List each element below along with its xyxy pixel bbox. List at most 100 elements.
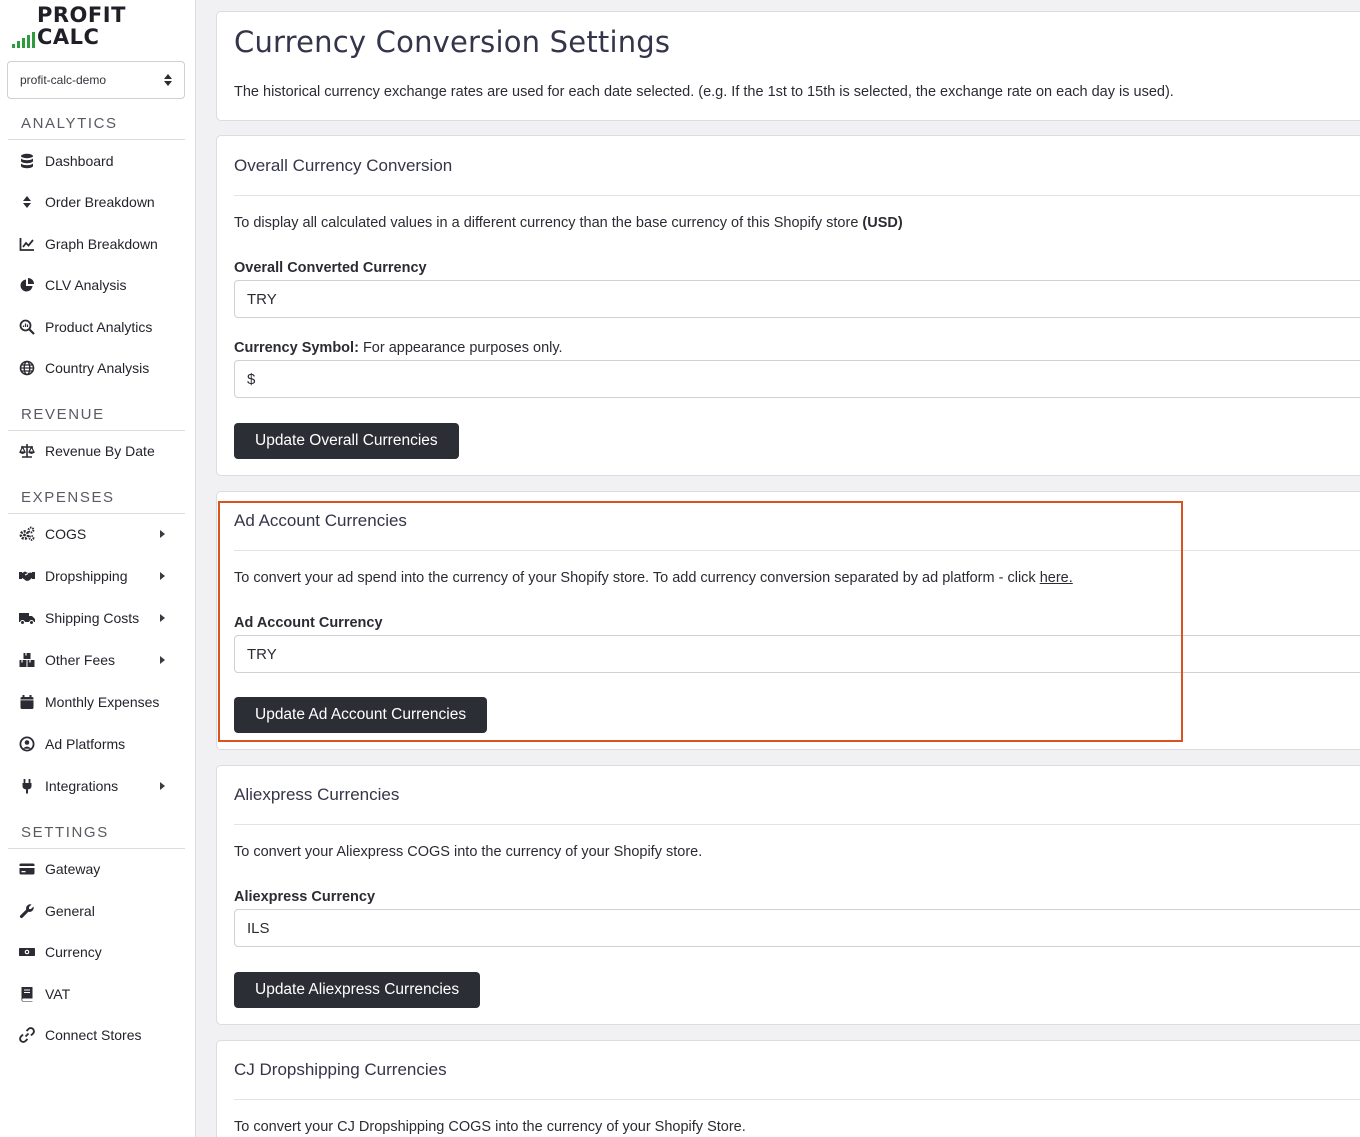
sidebar-item-ad-platforms[interactable]: Ad Platforms — [8, 727, 185, 761]
header-card: Currency Conversion Settings The histori… — [216, 11, 1360, 121]
overall-currency-description: To display all calculated values in a di… — [234, 215, 903, 231]
user-circle-icon — [18, 736, 35, 753]
handshake-icon — [18, 568, 35, 585]
sidebar-item-integrations[interactable]: Integrations — [8, 769, 185, 803]
sidebar-item-cogs[interactable]: COGS — [8, 517, 185, 551]
store-select-value: profit-calc-demo — [20, 73, 107, 87]
section-divider — [8, 430, 185, 431]
sidebar-item-label: Order Breakdown — [45, 194, 155, 210]
sidebar-item-label: General — [45, 903, 95, 919]
ad-account-currency-description: To convert your ad spend into the curren… — [234, 570, 1073, 586]
sidebar-item-gateway[interactable]: Gateway — [8, 852, 185, 886]
magnify-chart-icon — [18, 319, 35, 336]
sidebar-item-label: Revenue By Date — [45, 443, 155, 459]
plug-icon — [18, 778, 35, 795]
sidebar-item-revenue-by-date[interactable]: Revenue By Date — [8, 434, 185, 468]
cogs-icon — [18, 526, 35, 543]
aliexpress-currency-card: Aliexpress Currencies To convert your Al… — [216, 765, 1360, 1025]
globe-icon — [18, 360, 35, 377]
sidebar-item-label: Dashboard — [45, 153, 114, 169]
update-ad-account-currencies-button[interactable]: Update Ad Account Currencies — [234, 697, 488, 733]
sidebar-item-product-analytics[interactable]: Product Analytics — [8, 310, 185, 344]
ad-account-currency-title: Ad Account Currencies — [234, 511, 407, 530]
sidebar-item-order-breakdown[interactable]: Order Breakdown — [8, 185, 185, 219]
sidebar-item-graph-breakdown[interactable]: Graph Breakdown — [8, 227, 185, 261]
page-description: The historical currency exchange rates a… — [234, 84, 1174, 100]
sidebar-item-dropshipping[interactable]: Dropshipping — [8, 559, 185, 593]
currency-symbol-label: Currency Symbol: For appearance purposes… — [234, 340, 563, 356]
base-currency: (USD) — [862, 215, 903, 231]
sidebar-item-label: VAT — [45, 986, 71, 1002]
sidebar-item-connect-stores[interactable]: Connect Stores — [8, 1018, 185, 1052]
section-title-settings: SETTINGS — [21, 824, 109, 841]
card-divider — [234, 1099, 1360, 1100]
ad-account-currency-label: Ad Account Currency — [234, 615, 383, 631]
sidebar-item-label: Monthly Expenses — [45, 694, 160, 710]
card-divider — [234, 195, 1360, 196]
sidebar-item-shipping-costs[interactable]: Shipping Costs — [8, 601, 185, 635]
section-divider — [8, 139, 185, 140]
section-title-analytics: ANALYTICS — [21, 115, 118, 132]
sidebar-item-label: CLV Analysis — [45, 277, 127, 293]
ad-platform-currency-link[interactable]: here. — [1040, 570, 1073, 586]
scale-icon — [18, 443, 35, 460]
sidebar-item-label: Currency — [45, 944, 102, 960]
chevron-right-icon — [160, 782, 165, 790]
store-select[interactable]: profit-calc-demo — [7, 61, 185, 99]
sidebar-item-dashboard[interactable]: Dashboard — [8, 144, 185, 178]
sidebar-item-label: Connect Stores — [45, 1027, 142, 1043]
sidebar-item-monthly-expenses[interactable]: Monthly Expenses — [8, 685, 185, 719]
sidebar-item-currency[interactable]: Currency — [8, 935, 185, 969]
aliexpress-currency-label: Aliexpress Currency — [234, 889, 376, 905]
sidebar-item-label: Shipping Costs — [45, 610, 140, 626]
section-title-revenue: REVENUE — [21, 406, 105, 423]
update-overall-currencies-button[interactable]: Update Overall Currencies — [234, 423, 459, 459]
credit-card-icon — [18, 861, 35, 878]
aliexpress-currency-description: To convert your Aliexpress COGS into the… — [234, 844, 703, 860]
chevron-right-icon — [160, 530, 165, 538]
logo-text: PROFIT CALC — [37, 3, 126, 49]
ad-account-currency-input[interactable] — [234, 635, 1360, 673]
app-logo[interactable]: PROFIT CALC — [12, 4, 195, 48]
cj-currency-description: To convert your CJ Dropshipping COGS int… — [234, 1119, 746, 1135]
calendar-icon — [18, 694, 35, 711]
cj-currency-card: CJ Dropshipping Currencies To convert yo… — [216, 1040, 1360, 1137]
overall-currency-input[interactable] — [234, 280, 1360, 318]
wrench-icon — [18, 903, 35, 920]
sidebar: PROFIT CALC profit-calc-demo ANALYTICS D… — [0, 0, 196, 1137]
book-icon — [18, 986, 35, 1003]
logo-bars-icon — [12, 32, 35, 48]
sidebar-item-label: Graph Breakdown — [45, 236, 158, 252]
sidebar-item-country-analysis[interactable]: Country Analysis — [8, 351, 185, 385]
sidebar-item-clv-analysis[interactable]: CLV Analysis — [8, 268, 185, 302]
cj-currency-title: CJ Dropshipping Currencies — [234, 1060, 447, 1079]
aliexpress-currency-title: Aliexpress Currencies — [234, 785, 400, 804]
money-bill-icon — [18, 944, 35, 961]
boxes-icon — [18, 652, 35, 669]
chevron-right-icon — [160, 656, 165, 664]
sidebar-item-vat[interactable]: VAT — [8, 977, 185, 1011]
section-divider — [8, 513, 185, 514]
card-divider — [234, 550, 1360, 551]
card-divider — [234, 824, 1360, 825]
update-aliexpress-currencies-button[interactable]: Update Aliexpress Currencies — [234, 972, 481, 1008]
currency-symbol-input[interactable] — [234, 360, 1360, 398]
sidebar-item-label: Other Fees — [45, 652, 116, 668]
sidebar-item-label: Dropshipping — [45, 568, 128, 584]
sidebar-item-general[interactable]: General — [8, 894, 185, 928]
sort-caret-icon — [164, 74, 172, 86]
database-icon — [18, 153, 35, 170]
ad-account-currency-card: Ad Account Currencies To convert your ad… — [216, 491, 1360, 750]
overall-currency-title: Overall Currency Conversion — [234, 156, 453, 175]
sidebar-item-other-fees[interactable]: Other Fees — [8, 643, 185, 677]
overall-currency-label: Overall Converted Currency — [234, 260, 427, 276]
sidebar-item-label: Ad Platforms — [45, 736, 126, 752]
sort-icon — [18, 194, 35, 211]
page-title: Currency Conversion Settings — [234, 25, 671, 59]
pie-chart-icon — [18, 277, 35, 294]
sidebar-item-label: COGS — [45, 526, 87, 542]
chevron-right-icon — [160, 614, 165, 622]
overall-currency-card: Overall Currency Conversion To display a… — [216, 135, 1360, 476]
section-divider — [8, 848, 185, 849]
aliexpress-currency-input[interactable] — [234, 909, 1360, 947]
